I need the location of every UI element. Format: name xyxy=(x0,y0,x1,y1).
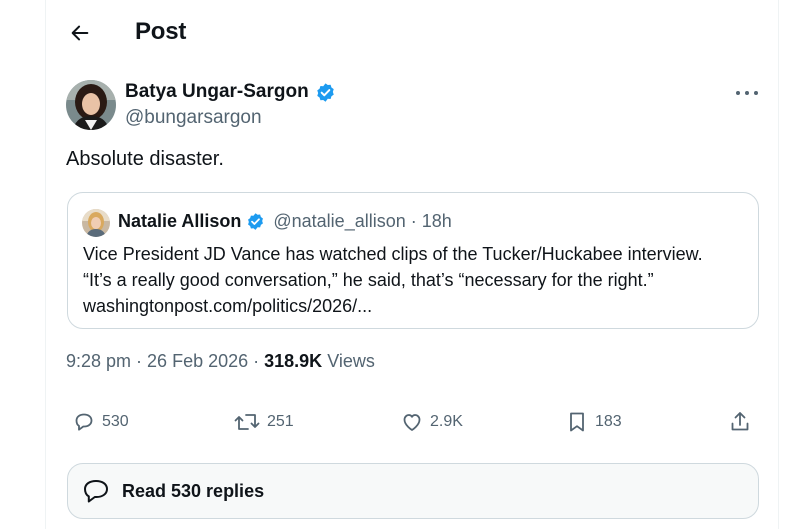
repost-icon xyxy=(234,414,260,430)
quoted-post-time: 18h xyxy=(421,211,452,231)
bookmark-button[interactable]: 183 xyxy=(565,410,622,434)
quoted-post-header: Natalie Allison @natalie_allison · 18h xyxy=(118,211,452,232)
read-replies-button[interactable]: Read 530 replies xyxy=(67,463,759,519)
heart-icon xyxy=(403,414,421,431)
separator-dot: · xyxy=(410,211,417,231)
page: Post Batya Ungar-Sargon @bungarsargon Ab… xyxy=(0,0,800,529)
reply-count: 530 xyxy=(102,413,129,430)
quoted-author-avatar xyxy=(82,209,110,237)
quoted-post-line: “It’s a really good conversation,” he sa… xyxy=(83,270,654,290)
author-handle[interactable]: @bungarsargon xyxy=(125,107,262,129)
read-replies-label: Read 530 replies xyxy=(122,480,265,501)
quoted-post-text: Vice President JD Vance has watched clip… xyxy=(83,241,753,319)
post-column: Post Batya Ungar-Sargon @bungarsargon Ab… xyxy=(45,0,779,529)
views-label: Views xyxy=(327,351,375,371)
post-meta: 9:28 pm · 26 Feb 2026 · 318.9K Views xyxy=(66,351,375,372)
dot-icon xyxy=(745,91,749,95)
speech-bubble-icon xyxy=(78,473,114,509)
like-count: 2.9K xyxy=(430,413,463,430)
dot-icon xyxy=(754,91,758,95)
post-time[interactable]: 9:28 pm xyxy=(66,351,131,372)
back-button[interactable] xyxy=(66,19,94,47)
quoted-author-name: Natalie Allison xyxy=(118,211,242,231)
repost-button[interactable]: 251 xyxy=(233,410,294,434)
tweet-text: Absolute disaster. xyxy=(66,148,224,170)
arrow-left-icon xyxy=(71,25,89,41)
quoted-post-line: Vice President JD Vance has watched clip… xyxy=(83,244,703,264)
verified-badge-icon xyxy=(316,82,334,102)
dot-icon xyxy=(736,91,740,95)
separator-dot: · xyxy=(253,351,260,371)
more-options-button[interactable] xyxy=(736,86,758,100)
page-title: Post xyxy=(135,18,187,45)
author-avatar[interactable] xyxy=(66,80,116,130)
verified-badge-icon xyxy=(248,213,264,230)
bookmark-icon xyxy=(570,412,584,432)
share-button[interactable] xyxy=(728,410,752,434)
separator-dot: · xyxy=(136,351,143,371)
quoted-post-card[interactable]: Natalie Allison @natalie_allison · 18h V… xyxy=(67,192,759,329)
quoted-post-link: washingtonpost.com/politics/2026/... xyxy=(83,296,373,316)
reply-button[interactable]: 530 xyxy=(72,410,129,434)
share-icon xyxy=(731,412,749,431)
views-count: 318.9K xyxy=(264,351,323,371)
author-name-row: Batya Ungar-Sargon xyxy=(125,81,336,103)
repost-count: 251 xyxy=(267,413,294,430)
quoted-author-handle: @natalie_allison xyxy=(273,211,406,231)
author-name[interactable]: Batya Ungar-Sargon xyxy=(125,81,309,103)
like-button[interactable]: 2.9K xyxy=(400,410,463,434)
bookmark-count: 183 xyxy=(595,413,622,430)
post-date[interactable]: 26 Feb 2026 xyxy=(147,351,248,372)
reply-icon xyxy=(75,413,93,431)
